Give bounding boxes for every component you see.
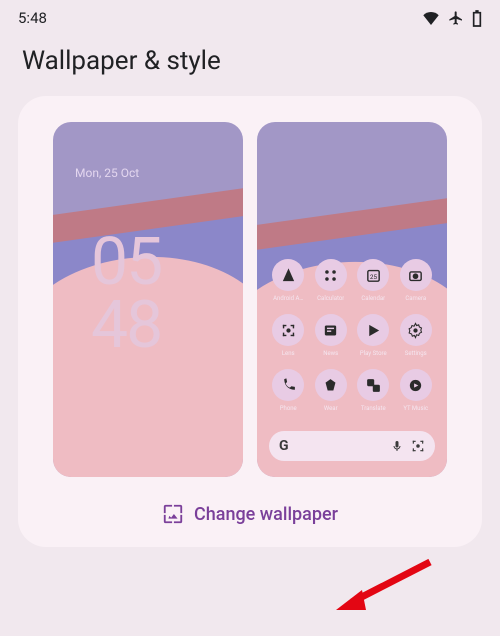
- lockscreen-preview[interactable]: Mon, 25 Oct 05 48: [53, 122, 243, 477]
- app-label: Lens: [282, 350, 295, 357]
- app-item[interactable]: Translate: [352, 369, 395, 412]
- app-icon: [272, 259, 304, 291]
- app-item[interactable]: Android A…: [267, 259, 310, 302]
- app-label: Settings: [405, 350, 427, 357]
- lens-icon: [411, 439, 425, 453]
- status-bar: 5:48: [0, 0, 500, 32]
- app-grid: Android A… Calculator 25 Calendar Camera Lens…: [257, 259, 447, 412]
- change-wallpaper-button[interactable]: Change wallpaper: [40, 503, 460, 525]
- app-label: Play Store: [360, 350, 387, 357]
- app-label: YT Music: [403, 405, 428, 412]
- app-label: Android A…: [273, 295, 303, 302]
- app-icon: [272, 314, 304, 346]
- app-item[interactable]: 25 Calendar: [352, 259, 395, 302]
- app-item[interactable]: Play Store: [352, 314, 395, 357]
- app-label: Calculator: [317, 295, 344, 302]
- svg-text:25: 25: [370, 273, 378, 281]
- wallpaper-icon: [162, 503, 184, 525]
- app-icon: [357, 369, 389, 401]
- app-icon: [400, 259, 432, 291]
- app-label: Calendar: [361, 295, 385, 302]
- app-label: News: [323, 350, 338, 357]
- homescreen-preview[interactable]: Android A… Calculator 25 Calendar Camera Lens…: [257, 122, 447, 477]
- battery-icon: [472, 10, 482, 27]
- app-icon: 25: [357, 259, 389, 291]
- wallpaper-card: Mon, 25 Oct 05 48 Android A… Calculator 25…: [18, 96, 482, 547]
- app-item[interactable]: YT Music: [395, 369, 438, 412]
- wifi-icon: [422, 11, 440, 25]
- lock-date: Mon, 25 Oct: [75, 166, 139, 180]
- google-g-icon: G: [279, 438, 289, 454]
- annotation-arrow-icon: [330, 554, 440, 614]
- app-icon: [357, 314, 389, 346]
- mic-icon: [391, 439, 403, 453]
- app-icon: [272, 369, 304, 401]
- app-item[interactable]: Phone: [267, 369, 310, 412]
- app-icon: [400, 314, 432, 346]
- app-item[interactable]: Settings: [395, 314, 438, 357]
- app-icon: [315, 259, 347, 291]
- airplane-icon: [448, 10, 464, 26]
- app-item[interactable]: Calculator: [310, 259, 353, 302]
- app-label: Translate: [361, 405, 386, 412]
- lock-clock: 05 48: [91, 232, 161, 357]
- status-time: 5:48: [18, 9, 47, 27]
- app-label: Camera: [405, 295, 426, 302]
- app-icon: [400, 369, 432, 401]
- app-label: Wear: [324, 405, 338, 412]
- search-bar[interactable]: G: [269, 431, 435, 461]
- change-wallpaper-label: Change wallpaper: [194, 504, 338, 525]
- app-item[interactable]: Camera: [395, 259, 438, 302]
- app-icon: [315, 314, 347, 346]
- app-item[interactable]: Wear: [310, 369, 353, 412]
- app-icon: [315, 369, 347, 401]
- app-label: Phone: [280, 405, 297, 412]
- preview-row: Mon, 25 Oct 05 48 Android A… Calculator 25…: [40, 122, 460, 477]
- app-item[interactable]: News: [310, 314, 353, 357]
- app-item[interactable]: Lens: [267, 314, 310, 357]
- page-title: Wallpaper & style: [0, 32, 500, 96]
- status-icons: [422, 10, 482, 27]
